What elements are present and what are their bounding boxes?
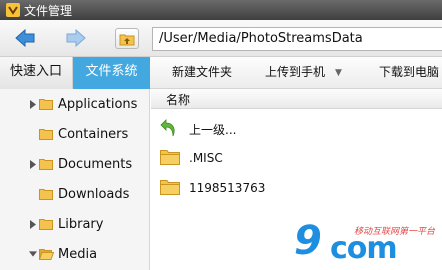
folder-icon (39, 129, 53, 140)
back-button[interactable] (13, 27, 37, 49)
arrow-left-icon (15, 29, 35, 47)
folder-up-icon (119, 34, 135, 45)
tree-item-applications[interactable]: Applications (0, 90, 149, 118)
tab-file-system[interactable]: 文件系统 (73, 57, 150, 89)
folder-icon (160, 180, 180, 195)
download-to-pc-button[interactable]: 下载到电脑 (379, 57, 439, 89)
tree-item-label: Containers (58, 126, 129, 142)
list-item-label: .MISC (189, 151, 223, 165)
path-field[interactable]: /User/Media/PhotoStreamsData (152, 27, 442, 51)
title-bar: 文件管理 (0, 0, 442, 20)
list-item-label: 1198513763 (189, 181, 266, 195)
watermark-logo-nine: 9 (294, 218, 322, 264)
tab-quick-access[interactable]: 快速入口 (0, 57, 73, 89)
tree-item-library[interactable]: Library (0, 210, 149, 238)
folder-icon (39, 159, 53, 170)
folder-icon (160, 150, 180, 165)
tree-item-downloads[interactable]: Downloads (0, 180, 149, 208)
tree-item-documents[interactable]: Documents (0, 150, 149, 178)
upload-label: 上传到手机 (265, 65, 326, 79)
folder-icon (39, 189, 53, 200)
tree-item-media[interactable]: Media (0, 240, 149, 268)
tree-item-label: Media (58, 246, 98, 262)
chevron-down-icon[interactable]: ▼ (335, 58, 342, 88)
collapse-arrow-icon[interactable] (29, 249, 37, 259)
up-folder-button[interactable] (115, 28, 139, 49)
tree-item-label: Library (58, 216, 104, 232)
tree-item-label: Downloads (58, 186, 130, 202)
new-folder-label: 新建文件夹 (172, 65, 233, 79)
window-title: 文件管理 (24, 3, 73, 18)
list-item-parent[interactable]: 上一级... (151, 113, 442, 143)
watermark-logo: 9 com 移动互联网第一平台 (294, 219, 442, 270)
upload-to-phone-button[interactable]: 上传到手机 ▼ (265, 57, 342, 89)
open-folder-icon (39, 249, 54, 260)
download-label: 下载到电脑 (379, 65, 440, 79)
new-folder-button[interactable]: 新建文件夹 (172, 57, 232, 89)
app-logo-icon (6, 3, 20, 17)
list-item-folder[interactable]: 1198513763 (151, 173, 442, 203)
list-item-misc[interactable]: .MISC (151, 143, 442, 173)
name-column-header[interactable]: 名称 (151, 89, 442, 109)
expand-arrow-icon[interactable] (29, 219, 37, 229)
folder-icon (39, 99, 53, 110)
tree-item-label: Documents (58, 156, 133, 172)
tab-toolbar: 快速入口 文件系统 新建文件夹 上传到手机 ▼ 下载到电脑 (0, 57, 442, 89)
folder-icon (39, 219, 53, 230)
navigation-bar: /User/Media/PhotoStreamsData (0, 20, 442, 57)
arrow-right-icon (66, 29, 86, 47)
tree-item-label: Applications (58, 96, 138, 112)
column-header-label: 名称 (166, 93, 191, 107)
expand-arrow-icon[interactable] (29, 159, 37, 169)
list-item-label: 上一级... (189, 123, 237, 137)
watermark-slogan: 移动互联网第一平台 (354, 227, 436, 237)
forward-button[interactable] (64, 27, 88, 49)
tree-item-containers[interactable]: Containers (0, 120, 149, 148)
expand-arrow-icon[interactable] (29, 99, 37, 109)
folder-tree: Applications Containers Documents Downlo… (0, 89, 150, 270)
back-up-icon (160, 119, 175, 137)
